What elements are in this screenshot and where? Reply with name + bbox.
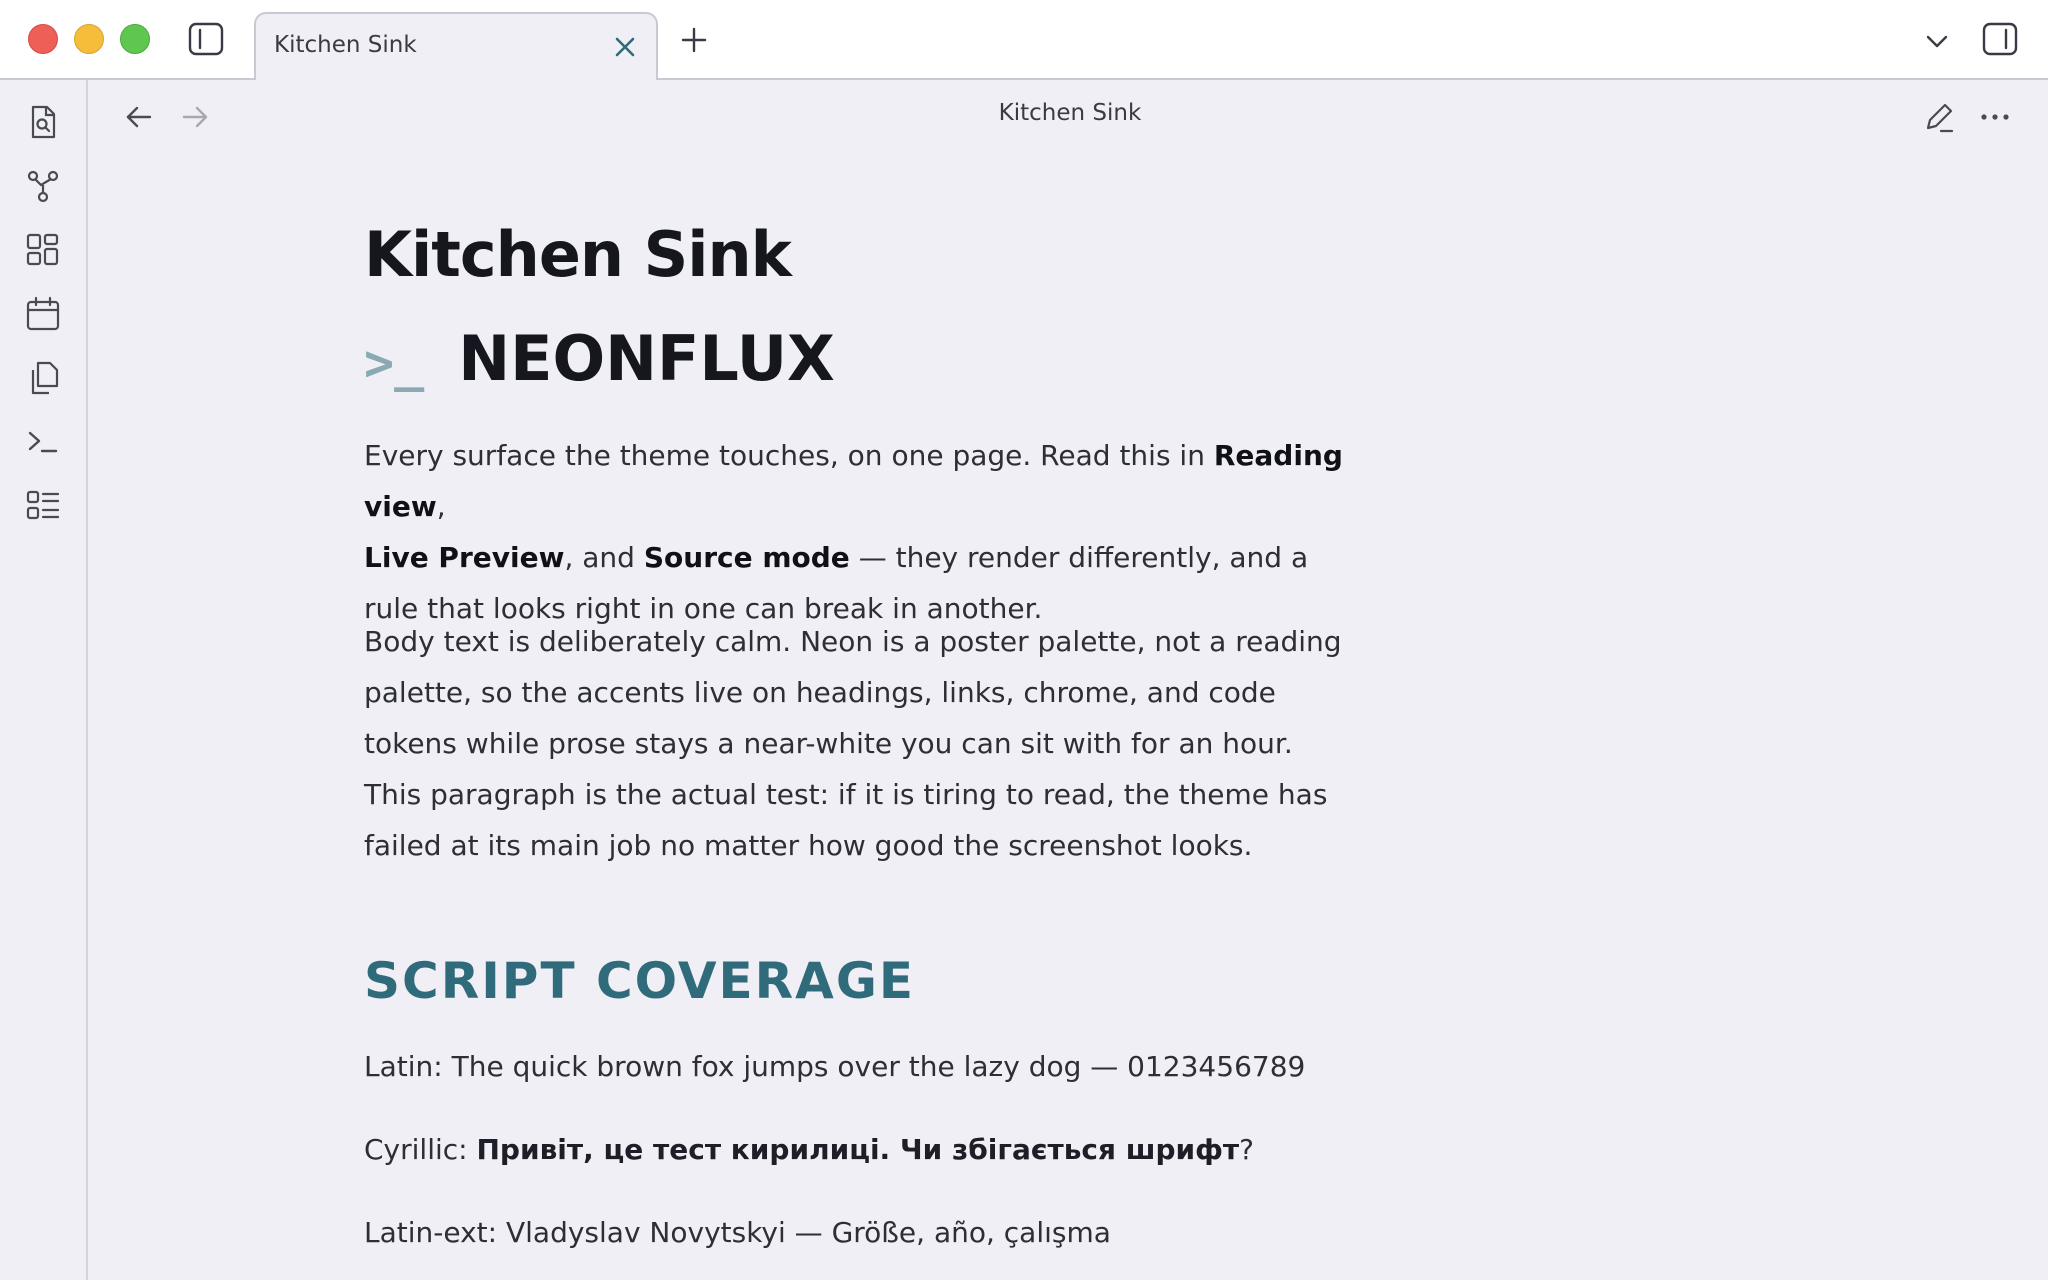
- body-paragraph: Body text is deliberately calm. Neon is …: [364, 625, 1342, 862]
- sample-text: The quick brown fox jumps over the lazy …: [451, 1050, 1306, 1083]
- new-tab-icon[interactable]: [680, 26, 708, 54]
- section-heading: SCRIPT COVERAGE: [364, 952, 916, 1010]
- sample-label: Cyrillic:: [364, 1133, 477, 1166]
- terminal-icon[interactable]: [25, 424, 61, 460]
- latin-ext-sample: Latin-ext: Vladyslav Novytskyi — Größe, …: [364, 1216, 1111, 1249]
- source-mode-term: Source mode: [643, 541, 850, 574]
- calendar-icon[interactable]: [25, 296, 61, 332]
- close-window-button[interactable]: [28, 24, 58, 54]
- sample-text: ?: [1239, 1133, 1255, 1166]
- search-file-icon[interactable]: [25, 104, 61, 140]
- minimize-window-button[interactable]: [74, 24, 104, 54]
- sample-text: Привіт, це тест кирилиці. Чи збігається …: [476, 1133, 1240, 1166]
- brand-name: NEONFLUX: [458, 322, 835, 395]
- list-icon[interactable]: [25, 488, 61, 524]
- intro-text: , and: [564, 541, 644, 574]
- right-sidebar-toggle-icon[interactable]: [1982, 22, 2018, 56]
- sample-label: Latin-ext:: [364, 1216, 506, 1249]
- sample-text: Vladyslav Novytskyi — Größe, año, çalışm…: [505, 1216, 1111, 1249]
- intro-text: Every surface the theme touches, on one …: [364, 439, 1214, 472]
- tab-title: Kitchen Sink: [274, 32, 417, 58]
- view-header-title[interactable]: Kitchen Sink: [900, 100, 1240, 126]
- terminal-prompt: >_: [364, 334, 425, 392]
- maximize-window-button[interactable]: [120, 24, 150, 54]
- live-preview-term: Live Preview: [364, 541, 565, 574]
- tab-kitchen-sink[interactable]: Kitchen Sink: [254, 12, 658, 80]
- graph-icon[interactable]: [25, 168, 61, 204]
- brand-heading: >_ NEONFLUX: [364, 322, 835, 395]
- left-ribbon: [0, 80, 88, 1280]
- latin-sample: Latin: The quick brown fox jumps over th…: [364, 1050, 1305, 1083]
- copy-icon[interactable]: [25, 360, 61, 396]
- more-options-icon[interactable]: [1978, 102, 2012, 132]
- intro-paragraph: Every surface the theme touches, on one …: [364, 430, 1354, 634]
- title-bar: Kitchen Sink: [0, 0, 2048, 80]
- forward-arrow-icon[interactable]: [180, 102, 210, 132]
- layout-grid-icon[interactable]: [25, 232, 61, 268]
- close-icon[interactable]: [612, 34, 638, 60]
- chevron-down-icon[interactable]: [1924, 28, 1950, 54]
- pencil-icon[interactable]: [1922, 100, 1956, 134]
- left-sidebar-toggle-icon[interactable]: [188, 22, 224, 56]
- sample-label: Latin:: [364, 1050, 452, 1083]
- intro-text: ,: [436, 490, 446, 523]
- document-title: Kitchen Sink: [364, 218, 792, 291]
- cyrillic-sample: Cyrillic: Привіт, це тест кирилиці. Чи з…: [364, 1133, 1254, 1166]
- back-arrow-icon[interactable]: [124, 102, 154, 132]
